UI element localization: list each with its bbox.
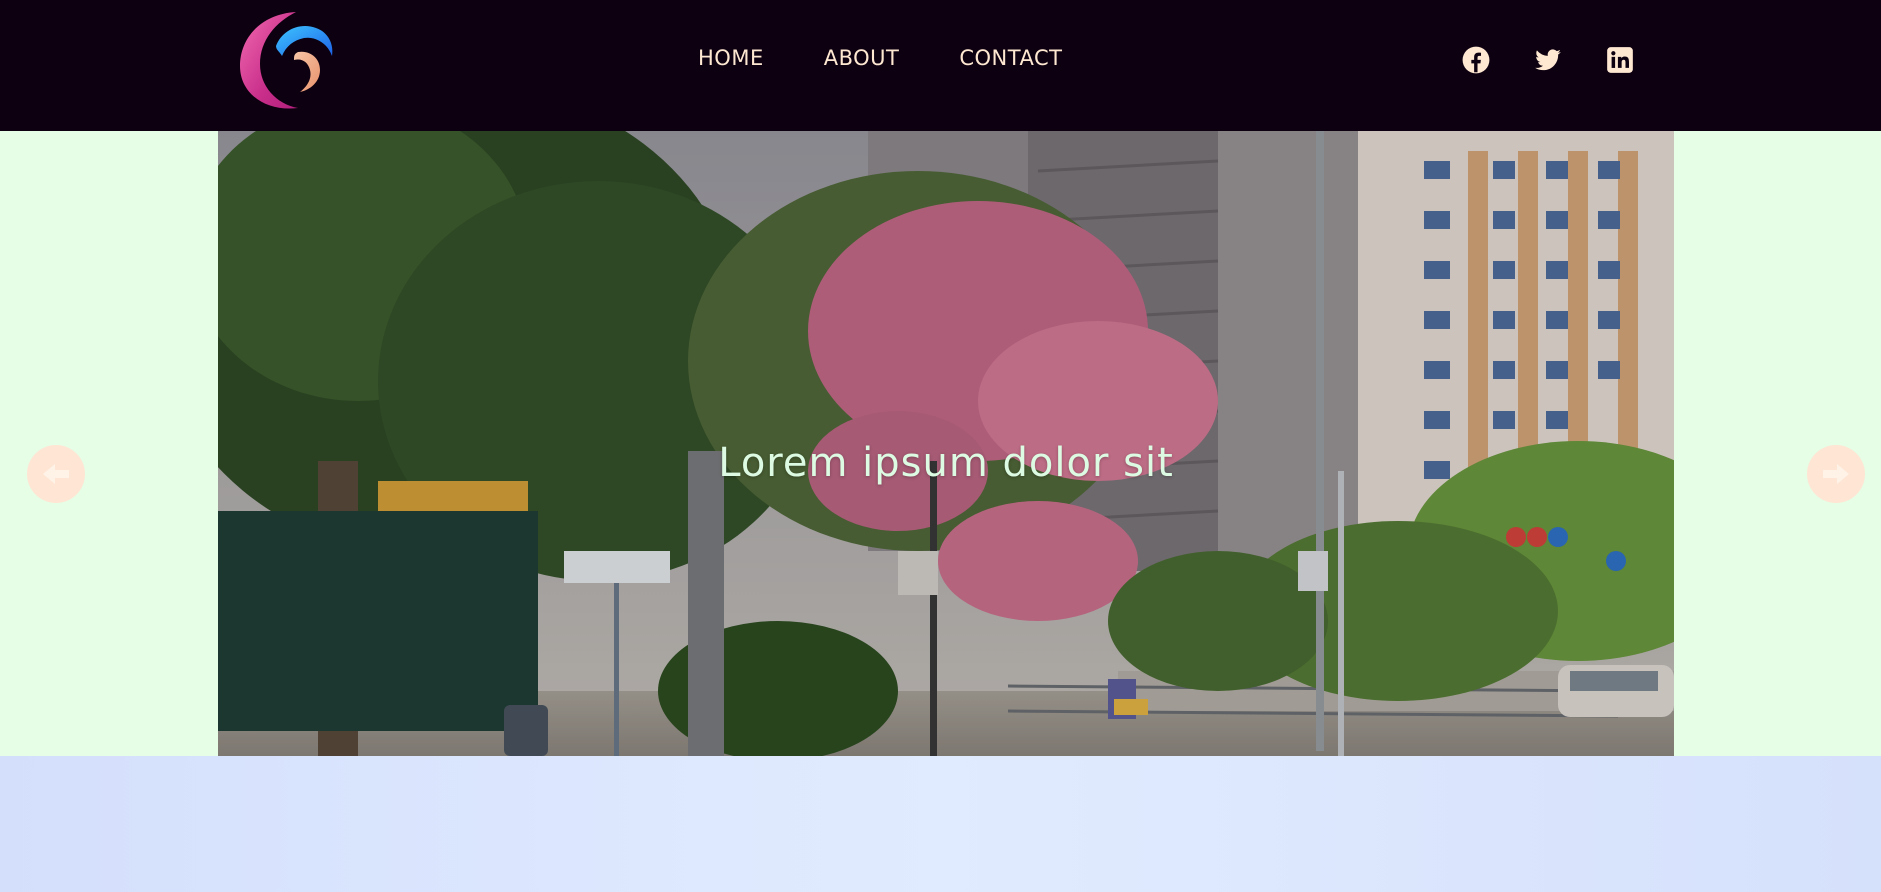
slider-prev-button[interactable] [27,445,85,503]
arrow-left-icon [43,464,69,484]
brand-logo[interactable] [236,8,336,112]
social-links [1462,46,1634,74]
twitter-icon[interactable] [1534,46,1562,74]
hero-caption: Lorem ipsum dolor sit [718,440,1174,486]
nav-contact[interactable]: CONTACT [959,46,1062,70]
slider-next-button[interactable] [1807,445,1865,503]
main-nav: HOME ABOUT CONTACT [698,46,1062,70]
lower-section [0,756,1881,892]
linkedin-icon[interactable] [1606,46,1634,74]
site-header: HOME ABOUT CONTACT [0,0,1881,131]
nav-home[interactable]: HOME [698,46,764,70]
hero-slider: Lorem ipsum dolor sit [218,131,1674,756]
facebook-icon[interactable] [1462,46,1490,74]
crescent-swirl-logo-icon [240,12,333,109]
arrow-right-icon [1823,464,1849,484]
nav-about[interactable]: ABOUT [824,46,900,70]
